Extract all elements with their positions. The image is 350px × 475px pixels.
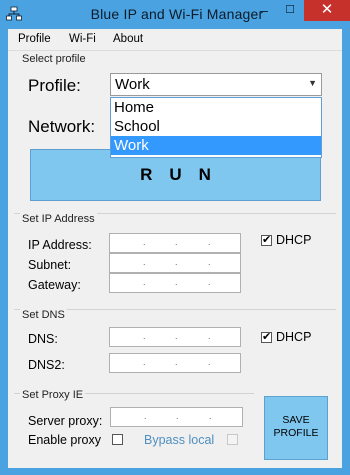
title-bar: Blue IP and Wi-Fi Manager – ☐ ✕ [0,0,350,28]
bypass-local-checkbox[interactable] [227,434,238,445]
profile-combobox[interactable]: Work ▼ [110,73,322,96]
profile-label: Profile: [28,76,81,95]
checkmark-icon: ✔ [262,331,272,343]
dns-dhcp-label: DHCP [276,330,312,344]
save-profile-line1: SAVE [282,414,310,426]
save-profile-line2: PROFILE [273,427,319,439]
dns-group-label: Set DNS [20,309,67,321]
dns-input[interactable]: . . . [109,327,241,347]
enable-proxy-checkbox[interactable] [112,434,123,445]
ip-group-label: Set IP Address [20,213,97,225]
menu-about[interactable]: About [113,33,143,45]
dns-dhcp-checkbox[interactable]: ✔ [261,331,272,343]
dns2-input[interactable]: . . . [109,353,241,373]
dropdown-option-school[interactable]: School [111,117,321,136]
ip-address-input[interactable]: . . . [109,233,241,253]
dns-label: DNS: [28,332,58,346]
minimize-button[interactable]: – [252,0,276,21]
window-client-area: Profile Wi-Fi About Select profile Profi… [8,29,342,468]
menu-profile[interactable]: Profile [18,33,51,45]
ip-dhcp-checkbox[interactable]: ✔ [261,234,272,246]
ip-address-label: IP Address: [28,238,92,252]
gateway-label: Gateway: [28,278,81,292]
enable-proxy-label: Enable proxy [28,433,101,447]
server-proxy-label: Server proxy: [28,414,103,428]
dropdown-option-home[interactable]: Home [111,98,321,117]
subnet-input[interactable]: . . . [109,253,241,273]
close-button[interactable]: ✕ [304,0,350,21]
dns2-label: DNS2: [28,358,65,372]
bypass-local-label: Bypass local [144,433,215,447]
save-profile-button[interactable]: SAVE PROFILE [264,396,328,460]
proxy-group-label: Set Proxy IE [20,389,86,401]
server-proxy-input[interactable]: . . . [110,407,243,427]
network-label: Network: [28,117,96,136]
menu-bar: Profile Wi-Fi About [8,29,342,51]
profile-selected-value: Work [115,76,150,93]
dropdown-option-work[interactable]: Work [111,136,321,155]
maximize-button[interactable]: ☐ [278,0,302,21]
checkmark-icon: ✔ [262,234,272,246]
gateway-input[interactable]: . . . [109,273,241,293]
menu-wifi[interactable]: Wi-Fi [69,33,96,45]
select-profile-group-label: Select profile [20,53,88,65]
chevron-down-icon[interactable]: ▼ [308,78,317,88]
subnet-label: Subnet: [28,258,72,272]
ip-dhcp-label: DHCP [276,233,312,247]
profile-dropdown-list: Home School Work [110,97,322,158]
